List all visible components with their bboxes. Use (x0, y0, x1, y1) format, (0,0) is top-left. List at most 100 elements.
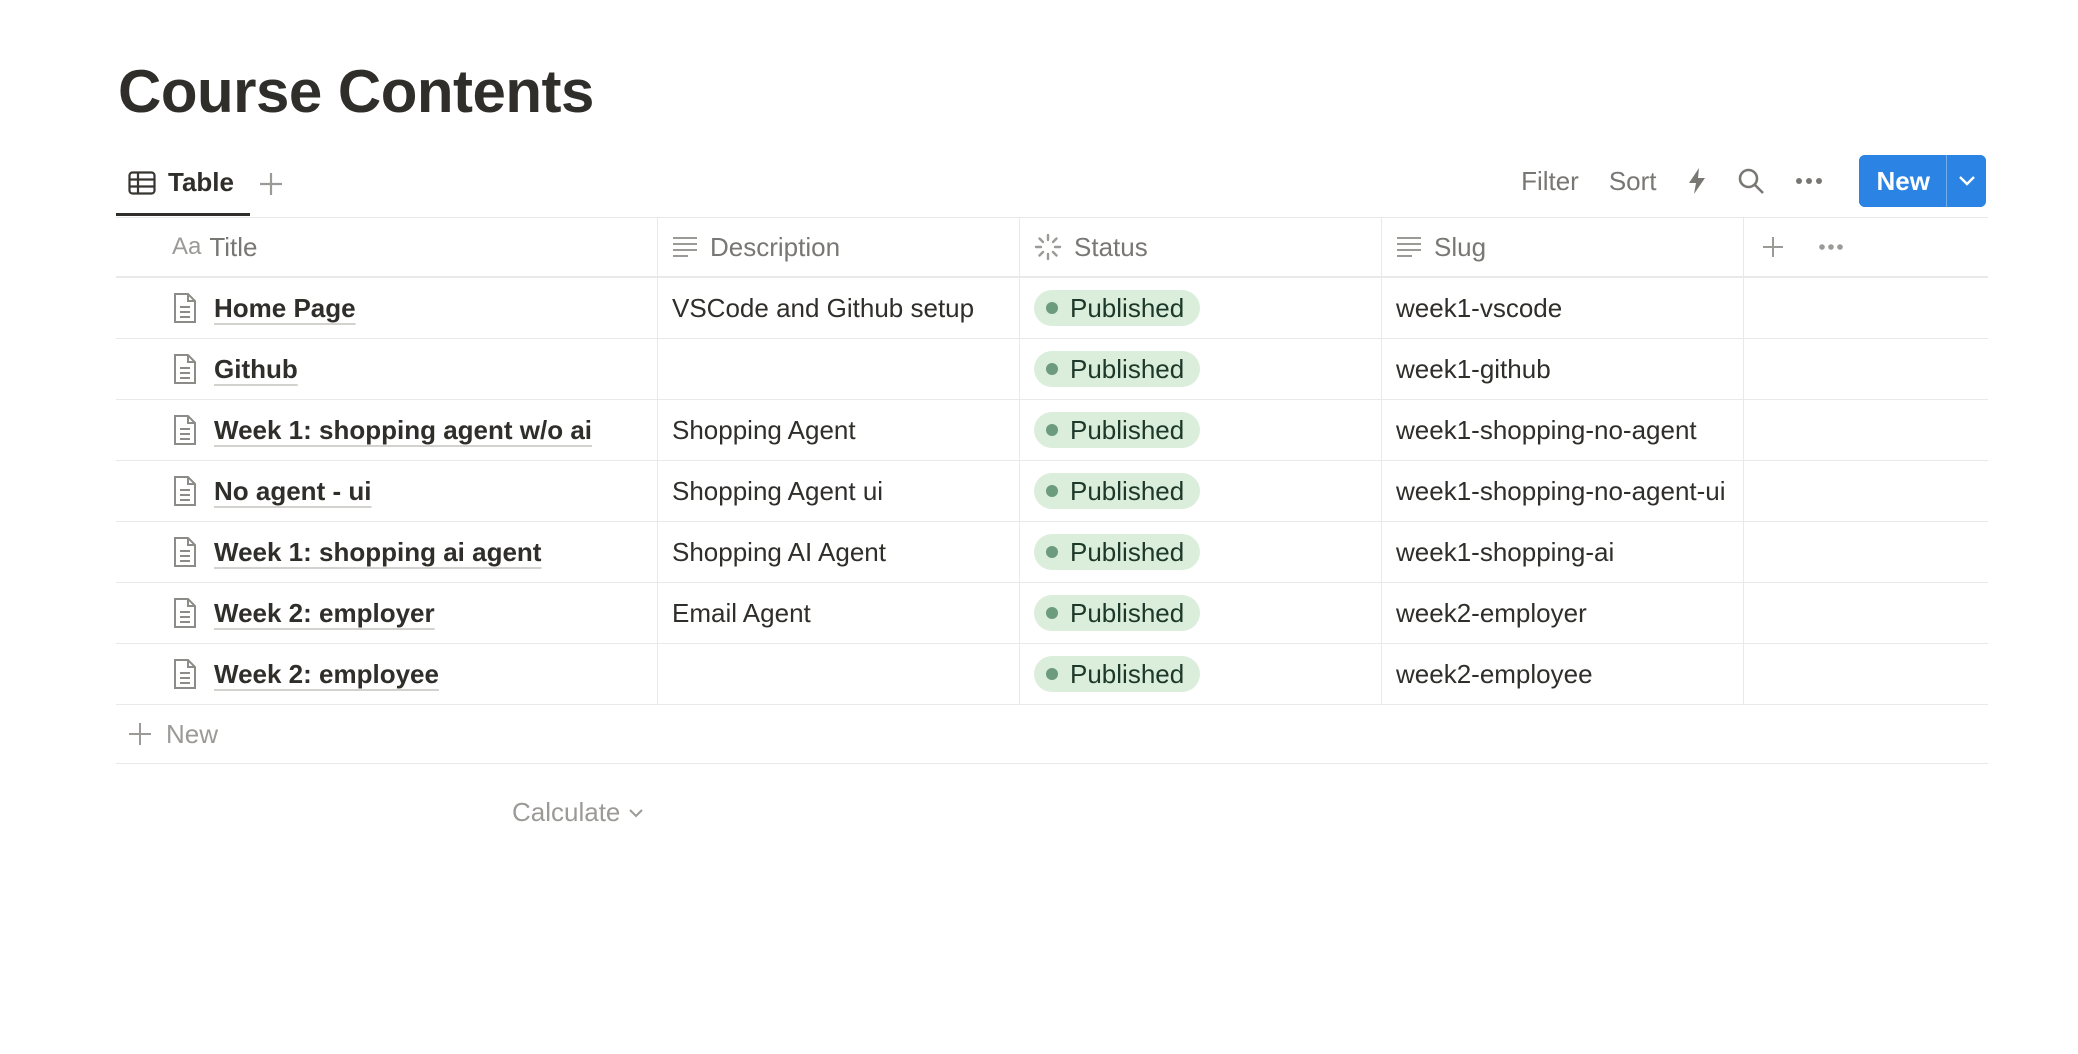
view-tabs: Table (116, 152, 284, 216)
status-label: Published (1070, 293, 1185, 323)
row-title[interactable]: Week 2: employer (214, 595, 435, 631)
status-dot (1046, 546, 1058, 558)
title-cell[interactable]: Week 1: shopping agent w/o ai (116, 400, 658, 460)
more-icon (1795, 178, 1822, 184)
chevron-down-icon (629, 808, 644, 817)
text-lines-icon (672, 236, 698, 258)
description-cell[interactable]: Email Agent (658, 583, 1020, 643)
table-row[interactable]: Github Published week1-github (116, 339, 1988, 400)
status-badge: Published (1034, 412, 1201, 448)
description-cell[interactable]: Shopping AI Agent (658, 522, 1020, 582)
page-icon (172, 473, 202, 509)
column-more-button[interactable] (1818, 243, 1844, 251)
page-icon (172, 351, 202, 387)
status-dot (1046, 485, 1058, 497)
page-icon (172, 595, 202, 631)
table-row[interactable]: Week 2: employer Email Agent Published w… (116, 583, 1988, 644)
slug-cell[interactable]: week1-github (1382, 339, 1744, 399)
automations-button[interactable] (1687, 167, 1707, 195)
empty-cell (1744, 644, 1988, 704)
column-header-slug[interactable]: Slug (1382, 218, 1744, 276)
status-cell[interactable]: Published (1020, 278, 1382, 338)
filter-button[interactable]: Filter (1521, 166, 1579, 197)
page-icon (172, 412, 202, 448)
status-label: Published (1070, 598, 1185, 628)
table-row[interactable]: Week 1: shopping ai agent Shopping AI Ag… (116, 522, 1988, 583)
column-header-description[interactable]: Description (658, 218, 1020, 276)
tab-table[interactable]: Table (116, 152, 250, 216)
slug-cell[interactable]: week1-vscode (1382, 278, 1744, 338)
column-header-title[interactable]: Aa Title (116, 218, 658, 276)
slug-text: week2-employee (1396, 659, 1593, 689)
description-cell[interactable] (658, 644, 1020, 704)
slug-cell[interactable]: week1-shopping-no-agent-ui (1382, 461, 1744, 521)
status-dot (1046, 302, 1058, 314)
status-label: Published (1070, 659, 1185, 689)
title-cell[interactable]: Home Page (116, 278, 658, 338)
description-cell[interactable]: Shopping Agent (658, 400, 1020, 460)
table-row[interactable]: Week 1: shopping agent w/o ai Shopping A… (116, 400, 1988, 461)
plus-icon (1763, 237, 1783, 257)
status-dot (1046, 668, 1058, 680)
row-title[interactable]: Week 2: employee (214, 656, 439, 692)
database-table: Aa Title Description Status Slug Home Pa… (116, 217, 1988, 764)
table-row[interactable]: Week 2: employee Published week2-employe… (116, 644, 1988, 705)
status-label: Published (1070, 354, 1185, 384)
empty-cell (1744, 461, 1988, 521)
status-cell[interactable]: Published (1020, 583, 1382, 643)
slug-text: week1-github (1396, 354, 1551, 384)
column-header-actions (1744, 218, 1988, 276)
slug-cell[interactable]: week1-shopping-ai (1382, 522, 1744, 582)
row-title[interactable]: Home Page (214, 290, 356, 326)
row-title[interactable]: Week 1: shopping ai agent (214, 534, 541, 570)
title-cell[interactable]: Week 2: employee (116, 644, 658, 704)
search-icon (1738, 168, 1764, 194)
row-title[interactable]: Week 1: shopping agent w/o ai (214, 412, 592, 448)
calculate-button[interactable]: Calculate (512, 797, 644, 828)
slug-text: week1-shopping-no-agent (1396, 415, 1697, 445)
status-cell[interactable]: Published (1020, 644, 1382, 704)
add-row-button[interactable]: New (116, 705, 1988, 764)
more-options-button[interactable] (1795, 177, 1823, 185)
status-cell[interactable]: Published (1020, 522, 1382, 582)
add-row-label: New (166, 718, 219, 749)
search-button[interactable] (1737, 167, 1765, 195)
add-view-button[interactable] (258, 171, 284, 197)
status-cell[interactable]: Published (1020, 461, 1382, 521)
status-spinner-icon (1034, 233, 1062, 261)
row-title[interactable]: No agent - ui (214, 473, 371, 509)
column-header-status[interactable]: Status (1020, 218, 1382, 276)
title-cell[interactable]: Github (116, 339, 658, 399)
table-row[interactable]: Home Page VSCode and Github setup Publis… (116, 278, 1988, 339)
status-badge: Published (1034, 473, 1201, 509)
title-cell[interactable]: No agent - ui (116, 461, 658, 521)
empty-cell (1744, 278, 1988, 338)
page-icon (172, 534, 202, 570)
status-dot (1046, 607, 1058, 619)
title-cell[interactable]: Week 2: employer (116, 583, 658, 643)
calculate-label: Calculate (512, 797, 621, 827)
column-header-label: Title (209, 231, 258, 262)
description-cell[interactable] (658, 339, 1020, 399)
slug-cell[interactable]: week2-employer (1382, 583, 1744, 643)
description-cell[interactable]: VSCode and Github setup (658, 278, 1020, 338)
slug-text: week1-vscode (1396, 293, 1563, 323)
status-dot (1046, 363, 1058, 375)
new-button[interactable]: New (1858, 155, 1946, 207)
title-cell[interactable]: Week 1: shopping ai agent (116, 522, 658, 582)
slug-cell[interactable]: week1-shopping-no-agent (1382, 400, 1744, 460)
status-cell[interactable]: Published (1020, 339, 1382, 399)
row-title[interactable]: Github (214, 351, 298, 387)
slug-text: week1-shopping-ai (1396, 537, 1615, 567)
table-row[interactable]: No agent - ui Shopping Agent ui Publishe… (116, 461, 1988, 522)
page-title[interactable]: Course Contents (118, 52, 594, 132)
add-property-button[interactable] (1762, 236, 1784, 258)
status-cell[interactable]: Published (1020, 400, 1382, 460)
description-cell[interactable]: Shopping Agent ui (658, 461, 1020, 521)
page-icon (172, 656, 202, 692)
slug-cell[interactable]: week2-employee (1382, 644, 1744, 704)
column-header-label: Slug (1434, 231, 1487, 262)
new-dropdown-button[interactable] (1946, 155, 1986, 207)
sort-button[interactable]: Sort (1609, 166, 1657, 197)
toolbar: Filter Sort New (1491, 155, 1986, 207)
